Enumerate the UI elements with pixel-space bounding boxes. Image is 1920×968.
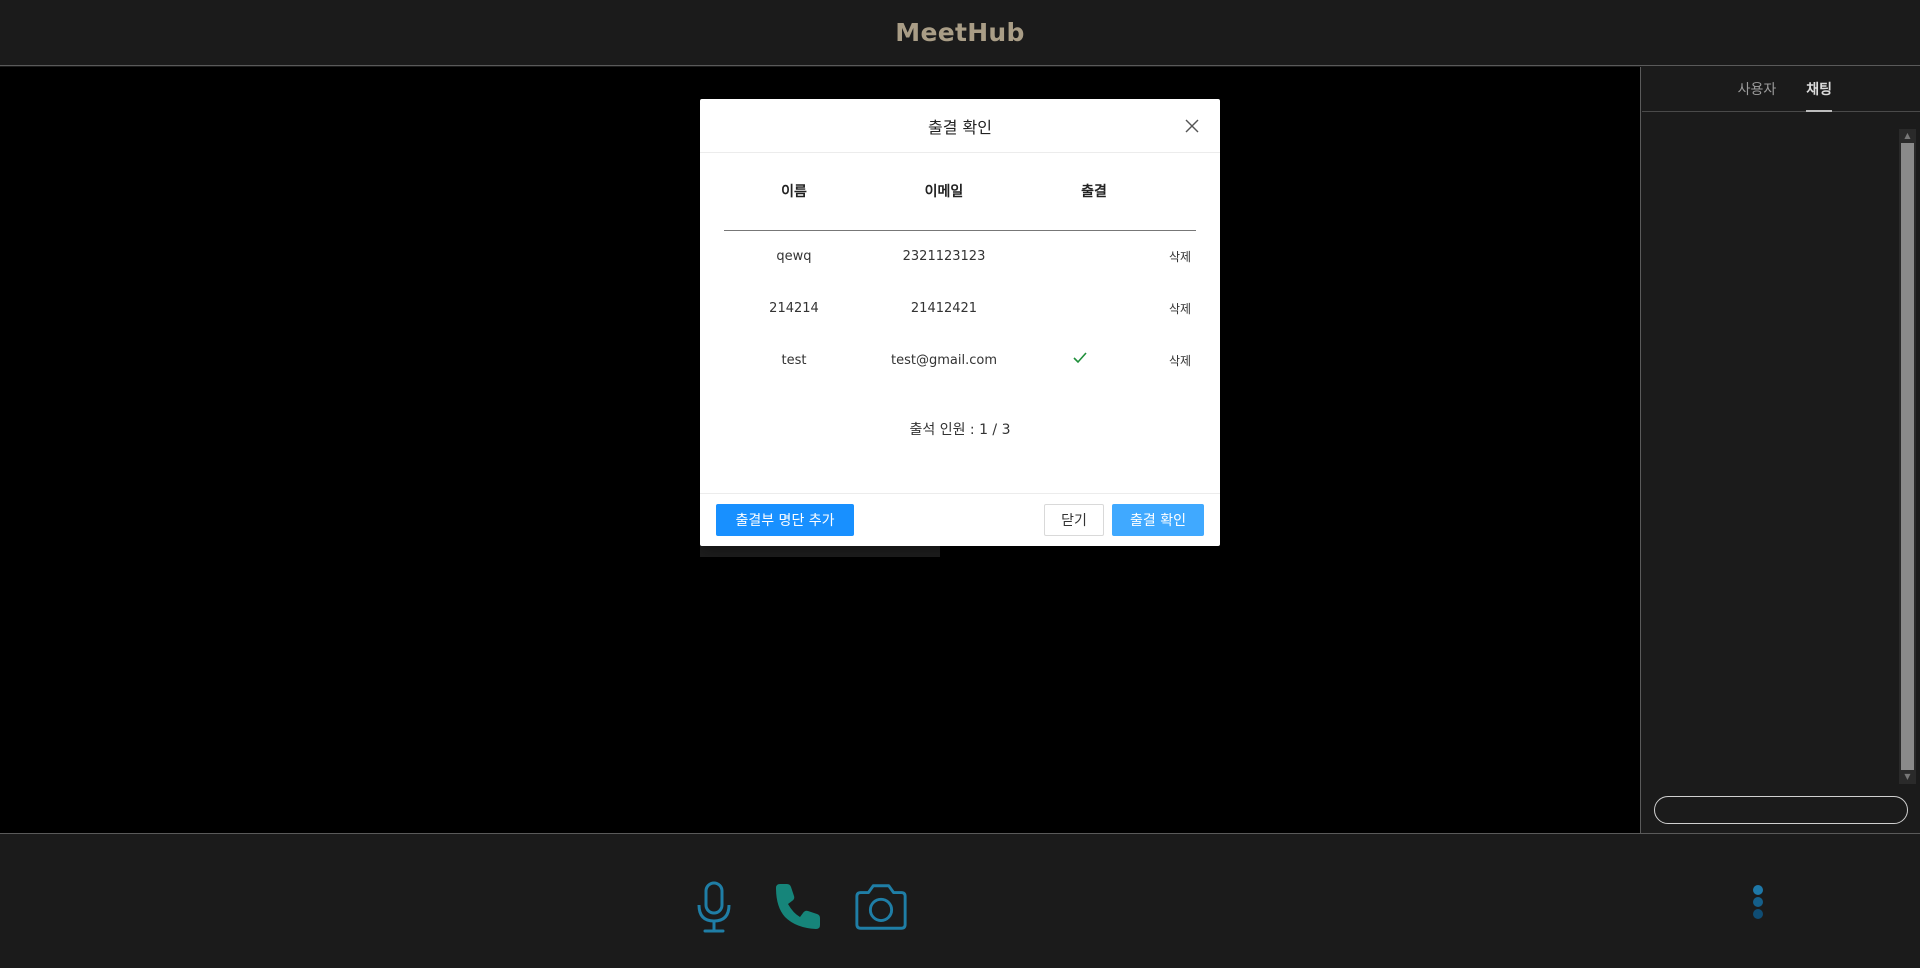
call-button[interactable] <box>769 879 825 935</box>
table-row: 214214 21412421 삭제 <box>724 282 1196 334</box>
table-header-row: 이름 이메일 출결 <box>724 153 1196 231</box>
app-title: MeetHub <box>895 18 1025 47</box>
microphone-icon <box>697 881 731 933</box>
side-panel: 사용자 채팅 ▲ ▼ <box>1642 67 1920 833</box>
close-button[interactable]: 닫기 <box>1044 504 1104 536</box>
cell-name: test <box>781 352 807 368</box>
control-bar <box>0 833 1920 968</box>
delete-button[interactable]: 삭제 <box>1169 354 1191 368</box>
add-roster-button[interactable]: 출결부 명단 추가 <box>716 504 854 536</box>
more-options-button[interactable] <box>1746 884 1770 924</box>
attendance-count: 출석 인원 : 1 / 3 <box>909 422 1011 438</box>
column-header-delete <box>1164 153 1196 231</box>
modal-header: 출결 확인 <box>700 99 1220 153</box>
more-vertical-icon <box>1753 885 1763 919</box>
scroll-thumb[interactable] <box>1901 143 1914 770</box>
column-header-attendance: 출결 <box>1024 153 1164 231</box>
tab-chat[interactable]: 채팅 <box>1806 67 1832 112</box>
close-icon <box>1185 119 1199 133</box>
microphone-button[interactable] <box>686 879 742 935</box>
scroll-down-icon[interactable]: ▼ <box>1899 770 1916 784</box>
attendance-table: 이름 이메일 출결 qewq 2321123123 삭제 214214 2141… <box>724 153 1196 386</box>
cell-attendance <box>1024 334 1164 386</box>
modal-title: 출결 확인 <box>928 117 992 137</box>
check-icon <box>1073 352 1087 364</box>
attendance-modal: 출결 확인 이름 이메일 출결 qewq 2321123123 삭제 21421… <box>700 99 1220 546</box>
modal-close-button[interactable] <box>1182 116 1202 136</box>
camera-icon <box>855 884 907 930</box>
camera-button[interactable] <box>853 879 909 935</box>
column-header-email: 이메일 <box>864 153 1024 231</box>
modal-footer: 출결부 명단 추가 닫기 출결 확인 <box>700 493 1220 546</box>
cell-attendance <box>1024 282 1164 334</box>
table-row: qewq 2321123123 삭제 <box>724 230 1196 282</box>
video-tile-bar <box>700 545 940 557</box>
cell-name: 214214 <box>769 300 819 316</box>
scroll-up-icon[interactable]: ▲ <box>1899 129 1916 143</box>
cell-email: test@gmail.com <box>891 352 997 368</box>
chat-scrollbar[interactable]: ▲ ▼ <box>1899 129 1916 784</box>
chat-input[interactable] <box>1654 796 1908 824</box>
cell-attendance <box>1024 230 1164 282</box>
cell-email: 21412421 <box>910 300 978 316</box>
cell-email: 2321123123 <box>902 248 986 264</box>
table-row: test test@gmail.com 삭제 <box>724 334 1196 386</box>
delete-button[interactable]: 삭제 <box>1169 250 1191 264</box>
delete-button[interactable]: 삭제 <box>1169 302 1191 316</box>
app-header: MeetHub <box>0 0 1920 66</box>
side-tabs: 사용자 채팅 <box>1642 67 1920 112</box>
column-header-name: 이름 <box>724 153 864 231</box>
cell-name: qewq <box>776 248 812 264</box>
tab-users[interactable]: 사용자 <box>1738 67 1777 112</box>
confirm-attendance-button[interactable]: 출결 확인 <box>1112 504 1204 536</box>
phone-icon <box>776 884 820 929</box>
